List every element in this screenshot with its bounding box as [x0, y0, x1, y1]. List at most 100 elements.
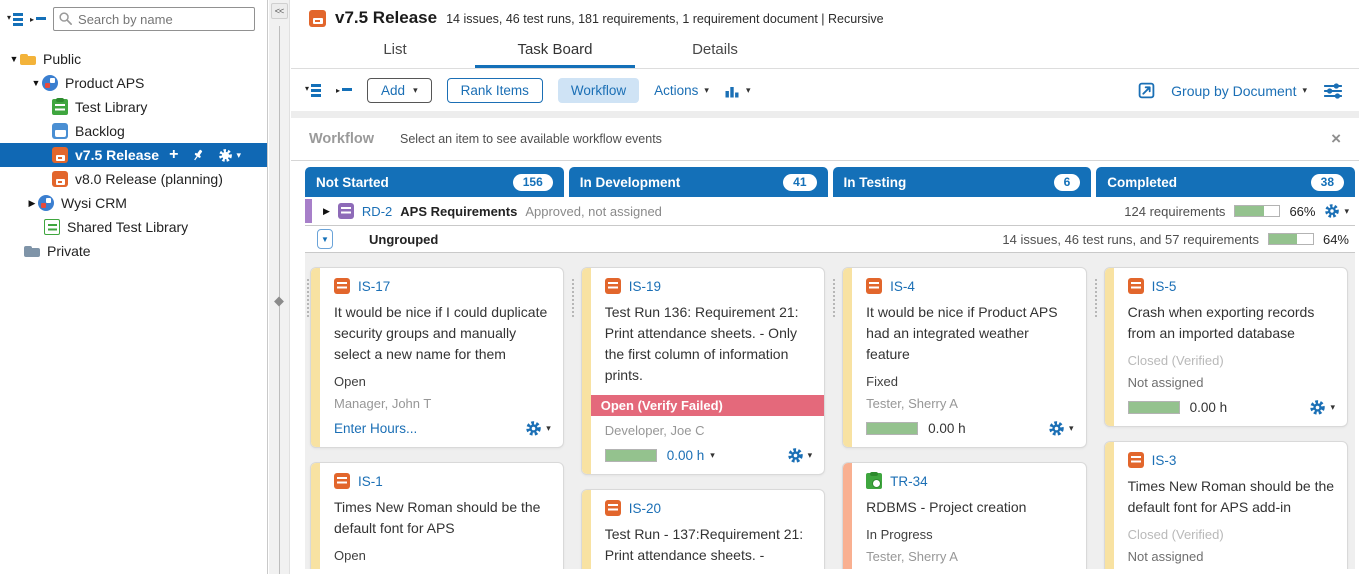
artifact-id-link[interactable]: IS-4 [890, 279, 915, 294]
card-is-20[interactable]: IS-20 Test Run - 137:Requirement 21: Pri… [581, 489, 825, 569]
sidebar-splitter[interactable]: << [269, 0, 290, 574]
search-box [53, 7, 255, 31]
sidebar-item-public[interactable]: ▼ Public [0, 47, 267, 71]
count-badge: 156 [513, 174, 553, 191]
search-input[interactable] [53, 7, 255, 31]
board-settings-icon[interactable] [1323, 82, 1343, 100]
sidebar-item-shared-test-library[interactable]: Shared Test Library [0, 215, 267, 239]
expanded-arrow-icon[interactable]: ▼ [30, 78, 42, 88]
artifact-id-link[interactable]: IS-3 [1152, 453, 1177, 468]
divider-strip [291, 111, 1359, 118]
group-by-menu[interactable]: Group by Document ▾ [1171, 83, 1307, 99]
tab-task-board[interactable]: Task Board [475, 34, 635, 68]
card-status: Open [334, 548, 551, 563]
sidebar-item-v7-5-release[interactable]: v7.5 Release + ▾ [0, 143, 267, 167]
expand-all-icon[interactable]: ▾ [7, 13, 23, 26]
close-icon[interactable]: × [1331, 129, 1341, 149]
expand-all-icon[interactable]: ▾ [305, 84, 321, 97]
issue-icon [334, 278, 350, 294]
card-settings-menu[interactable]: ▾ [787, 447, 813, 464]
issue-icon [334, 473, 350, 489]
enter-hours-link[interactable]: Enter Hours... [334, 421, 417, 436]
backlog-icon [52, 123, 68, 139]
collapse-all-icon[interactable]: ▸ [336, 86, 352, 95]
expand-toggle[interactable]: ▼ [317, 229, 333, 249]
expanded-arrow-icon[interactable]: ▼ [8, 54, 20, 64]
workflow-button[interactable]: Workflow [558, 78, 639, 103]
popout-icon[interactable] [1138, 82, 1155, 99]
card-is-4[interactable]: IS-4 It would be nice if Product APS had… [842, 267, 1086, 448]
card-title: Test Run 136: Requirement 21: Print atte… [605, 302, 812, 386]
card-settings-menu[interactable]: ▾ [525, 420, 551, 437]
card-is-1[interactable]: IS-1 Times New Roman should be the defau… [310, 462, 564, 569]
collapsed-arrow-icon[interactable]: ▶ [26, 198, 38, 209]
count-badge: 41 [783, 174, 816, 191]
issue-icon [605, 500, 621, 516]
card-tr-34[interactable]: TR-34 RDBMS - Project creation In Progre… [842, 462, 1086, 569]
pin-icon[interactable] [191, 148, 205, 162]
sidebar-item-backlog[interactable]: Backlog [0, 119, 267, 143]
add-button[interactable]: Add ▾ [367, 78, 432, 103]
card-title: Times New Roman should be the default fo… [1128, 476, 1335, 518]
group-settings-menu[interactable]: ▾ [1324, 203, 1349, 219]
card-assignee: Not assigned [1128, 549, 1335, 564]
artifact-id-link[interactable]: IS-17 [358, 279, 390, 294]
add-icon[interactable]: + [169, 148, 178, 162]
artifact-id-link[interactable]: IS-1 [358, 474, 383, 489]
sidebar-collapse-button[interactable]: << [271, 3, 288, 19]
hours-link[interactable]: 0.00 h [667, 448, 705, 463]
release-icon [309, 10, 326, 27]
card-settings-menu[interactable]: ▾ [1309, 399, 1335, 416]
hours-value: 0.00 h [928, 421, 966, 436]
card-settings-menu[interactable]: ▾ [1048, 420, 1074, 437]
folder-icon [24, 243, 40, 259]
card-is-19[interactable]: IS-19 Test Run 136: Requirement 21: Prin… [581, 267, 825, 475]
card-is-5[interactable]: IS-5 Crash when exporting records from a… [1104, 267, 1348, 427]
group-row-ungrouped[interactable]: ▼ Ungrouped 14 issues, 46 test runs, and… [305, 226, 1355, 253]
sidebar-item-test-library[interactable]: Test Library [0, 95, 267, 119]
tab-list[interactable]: List [315, 34, 475, 68]
actions-menu[interactable]: Actions ▾ [654, 83, 709, 98]
card-assignee: Not assigned [1128, 375, 1335, 390]
release-icon [52, 171, 68, 187]
artifact-id-link[interactable]: IS-5 [1152, 279, 1177, 294]
project-tree: ▼ Public ▼ Product APS Test Library Back… [0, 47, 267, 263]
release-settings-menu[interactable]: ▾ [218, 148, 241, 163]
progress-bar [1128, 401, 1180, 414]
card-status: In Progress [866, 527, 1073, 542]
project-tree-sidebar: ▾ ▸ ▼ Public ▼ Product APS Test Library … [0, 0, 268, 574]
artifact-id-link[interactable]: RD-2 [362, 204, 392, 219]
splitter-drag-handle[interactable] [274, 297, 284, 307]
card-is-17[interactable]: IS-17 It would be nice if I could duplic… [310, 267, 564, 448]
gear-icon [787, 447, 804, 464]
artifact-id-link[interactable]: IS-20 [629, 501, 661, 516]
rank-items-button[interactable]: Rank Items [447, 78, 543, 103]
card-status: Closed (Verified) [1128, 527, 1335, 542]
card-assignee: Tester, Sherry A [866, 396, 1073, 411]
card-status: Open [334, 374, 551, 389]
status-badge: Open (Verify Failed) [591, 395, 824, 416]
issue-icon [1128, 452, 1144, 468]
tab-bar: List Task Board Details [291, 34, 1359, 69]
sidebar-item-v8-0-release[interactable]: v8.0 Release (planning) [0, 167, 267, 191]
artifact-id-link[interactable]: TR-34 [890, 474, 928, 489]
card-is-3[interactable]: IS-3 Times New Roman should be the defau… [1104, 441, 1348, 569]
caret-down-icon: ▾ [413, 85, 418, 96]
sidebar-toolbar: ▾ ▸ [0, 0, 267, 37]
artifact-id-link[interactable]: IS-19 [629, 279, 661, 294]
collapsed-arrow-icon[interactable]: ▶ [323, 206, 330, 217]
workflow-panel: Workflow Select an item to see available… [291, 118, 1359, 161]
shared-test-library-icon [44, 219, 60, 235]
gear-icon [218, 148, 233, 163]
caret-down-icon: ▾ [1344, 206, 1349, 217]
chart-menu[interactable]: ▾ [724, 83, 751, 99]
issue-icon [1128, 278, 1144, 294]
group-row-rd-2[interactable]: ▶ RD-2 APS Requirements Approved, not as… [305, 197, 1355, 226]
collapse-all-icon[interactable]: ▸ [30, 15, 46, 24]
gear-icon [1048, 420, 1065, 437]
tab-details[interactable]: Details [635, 34, 795, 68]
sidebar-item-private[interactable]: Private [0, 239, 267, 263]
caret-down-icon: ▾ [546, 423, 551, 434]
sidebar-item-wysi-crm[interactable]: ▶ Wysi CRM [0, 191, 267, 215]
sidebar-item-product-aps[interactable]: ▼ Product APS [0, 71, 267, 95]
